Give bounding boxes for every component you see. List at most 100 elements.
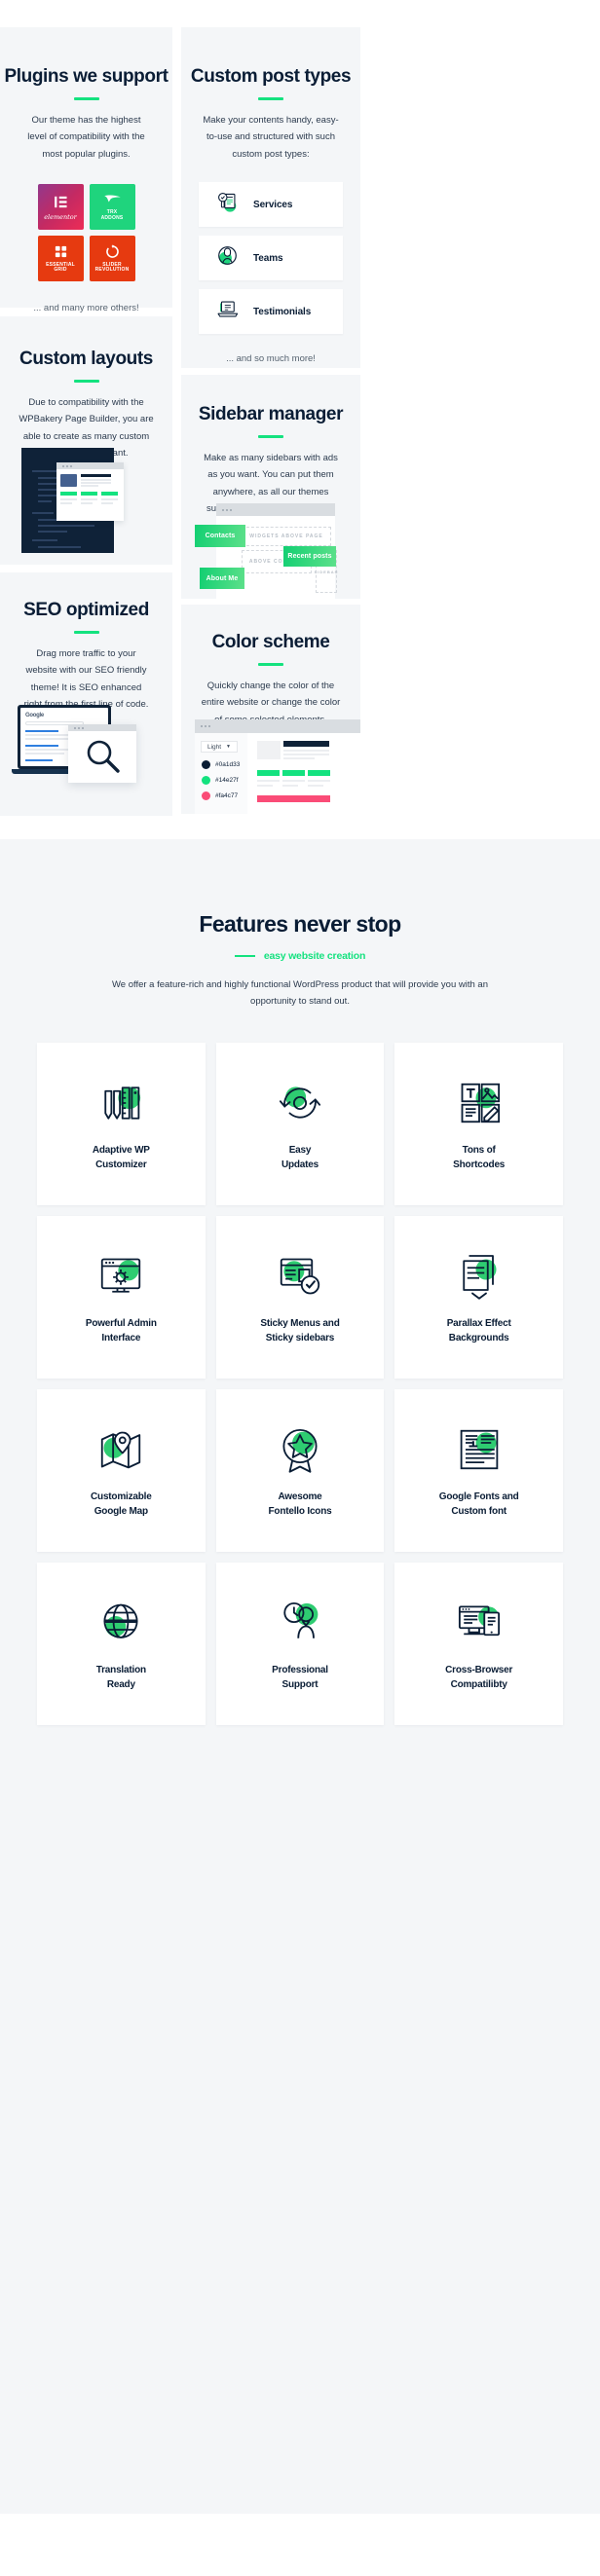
feature-card-tons-of-shortcodes[interactable]: Tons of Shortcodes [394, 1043, 563, 1206]
widget-tag-label: Recent posts [287, 553, 332, 560]
feature-card-customizable-google-map[interactable]: Customizable Google Map [37, 1389, 206, 1553]
person-circle-icon [214, 242, 241, 274]
map-pin-icon [101, 1431, 141, 1469]
features-subtitle-row: easy website creation [0, 950, 600, 962]
search-engine-label: Google [25, 713, 44, 718]
plugin-tile-elementor[interactable]: elementor [37, 184, 84, 231]
support-agent-icon [283, 1602, 319, 1639]
feature-card-translation-ready[interactable]: Translation Ready [37, 1563, 206, 1726]
color-swatch [202, 760, 210, 769]
layers-stack-icon [462, 1255, 497, 1300]
color-swatch [202, 776, 210, 785]
feature-card-label: Tons of Shortcodes [453, 1145, 506, 1170]
color-scheme-title: Color scheme [211, 632, 330, 652]
feature-card-professional-support[interactable]: Professional Support [215, 1563, 385, 1726]
seo-result-card [68, 724, 136, 783]
plugins-title: Plugins we support [4, 66, 169, 87]
cpt-card-testimonials[interactable]: Testimonials [199, 289, 343, 335]
widget-tag-recent-posts[interactable]: Recent posts [283, 546, 336, 567]
preview-window [56, 462, 124, 521]
preview-window-titlebar [56, 462, 124, 469]
document-checklist-icon [214, 189, 241, 220]
plugins-footnote: ... and many more others! [33, 303, 139, 314]
color-hex-label: #fa4c77 [215, 792, 239, 799]
feature-card-google-fonts[interactable]: Google Fonts and Custom font [394, 1389, 563, 1553]
plugin-tile-label: SLIDER REVOLUTION [94, 261, 130, 274]
window-dot [66, 464, 68, 467]
scheme-select-value: Light [207, 743, 222, 751]
sidebar-manager-divider [258, 434, 283, 438]
swatch-row-green[interactable]: #14e27f [202, 776, 239, 785]
plugin-tiles: elementor TRX ADDONS ESSENTIAL GRID SLID… [33, 184, 140, 282]
elementor-icon [54, 196, 67, 207]
feature-card-parallax-effect[interactable]: Parallax Effect Backgrounds [394, 1216, 563, 1380]
feature-card-cross-browser-compatibility[interactable]: Cross-Browser Compatilibty [394, 1563, 563, 1726]
features-title: Features never stop [199, 911, 401, 937]
window-dot [70, 464, 72, 467]
widget-tag-label: About Me [206, 574, 239, 582]
slider-icon [105, 244, 119, 258]
swatch-row-dark[interactable]: #0a1d33 [202, 760, 240, 769]
globe-icon [103, 1603, 138, 1639]
feature-card-label: Cross-Browser Compatilibty [445, 1665, 513, 1690]
plugins-divider [73, 96, 99, 100]
cpt-title: Custom post types [190, 66, 352, 87]
color-window-titlebar [195, 719, 360, 733]
chevron-down-icon: ▼ [226, 744, 231, 750]
widget-zone-label: SIDEBAR [314, 569, 339, 574]
window-dot [208, 725, 210, 727]
color-hex-label: #14e27f [215, 777, 239, 784]
features-subtitle: easy website creation [263, 950, 366, 962]
window-dot [62, 464, 64, 467]
window-dot [74, 726, 76, 729]
widget-tag-about-me[interactable]: About Me [200, 568, 244, 589]
custom-layouts-title: Custom layouts [19, 349, 153, 369]
devices-icon [458, 1605, 500, 1637]
features-grid: Adaptive WP Customizer Easy Updates Tons… [37, 1043, 563, 1726]
feature-card-awesome-fontello-icons[interactable]: Awesome Fontello Icons [215, 1389, 385, 1553]
plugins-text: Our theme has the highest level of compa… [27, 114, 145, 160]
feature-card-easy-updates[interactable]: Easy Updates [215, 1043, 385, 1206]
feature-card-label: Google Fonts and Custom font [438, 1491, 519, 1517]
sidebar-manager-mockup: WIDGETS ABOVE PAGE ABOVE CONTETN SIDEBAR… [195, 503, 351, 599]
cpt-text: Make your contents handy, easy-to-use an… [203, 114, 339, 160]
custom-layouts-mockup [21, 448, 168, 565]
feature-card-label: Parallax Effect Backgrounds [446, 1318, 511, 1343]
feature-card-powerful-admin-interface[interactable]: Powerful Admin Interface [37, 1216, 206, 1380]
plugin-tile-label: elementor [44, 212, 77, 221]
cpt-card-teams[interactable]: Teams [199, 236, 343, 281]
swatch-row-pink[interactable]: #fa4c77 [202, 791, 238, 800]
features-description: We offer a feature-rich and highly funct… [111, 979, 488, 1007]
seo-section: SEO optimized Drag more traffic to your … [0, 572, 172, 816]
feature-card-sticky-menus[interactable]: Sticky Menus and Sticky sidebars [215, 1216, 385, 1380]
widget-tag-label: Contacts [205, 533, 236, 539]
plugin-tile-slider-revolution[interactable]: SLIDER REVOLUTION [89, 236, 135, 282]
color-scheme-section: Color scheme Quickly change the color of… [181, 605, 360, 814]
window-dot [222, 508, 224, 511]
window-dot [201, 725, 203, 727]
seo-divider [73, 630, 99, 634]
color-swatch [202, 791, 210, 800]
cpt-divider [258, 96, 283, 100]
grid-icon [55, 245, 66, 257]
cpt-card-label: Teams [253, 252, 283, 264]
refresh-circle-icon [279, 1086, 321, 1119]
cpt-footnote: ... and so much more! [226, 353, 316, 365]
shortcode-blocks-icon [461, 1084, 500, 1123]
sticky-check-icon [280, 1258, 320, 1295]
widget-tag-contacts[interactable]: Contacts [195, 525, 245, 547]
custom-layouts-section: Custom layouts Due to compatibility with… [0, 316, 172, 565]
cpt-card-list: Services Teams Testimonials [181, 182, 360, 335]
plugin-tile-trx-addons[interactable]: TRX ADDONS [89, 184, 135, 231]
scheme-select[interactable]: Light ▼ [201, 741, 238, 753]
window-dot [78, 726, 80, 729]
cpt-card-label: Services [253, 199, 293, 210]
cpt-card-services[interactable]: Services [199, 182, 343, 228]
trx-icon [103, 195, 121, 202]
custom-post-types-section: Custom post types Make your contents han… [181, 27, 360, 368]
star-badge-icon [282, 1429, 318, 1473]
feature-card-label: Awesome Fontello Icons [268, 1491, 332, 1517]
typography-page-icon [460, 1430, 498, 1470]
plugin-tile-essential-grid[interactable]: ESSENTIAL GRID [37, 236, 84, 282]
feature-card-adaptive-wp-customizer[interactable]: Adaptive WP Customizer [37, 1043, 206, 1206]
